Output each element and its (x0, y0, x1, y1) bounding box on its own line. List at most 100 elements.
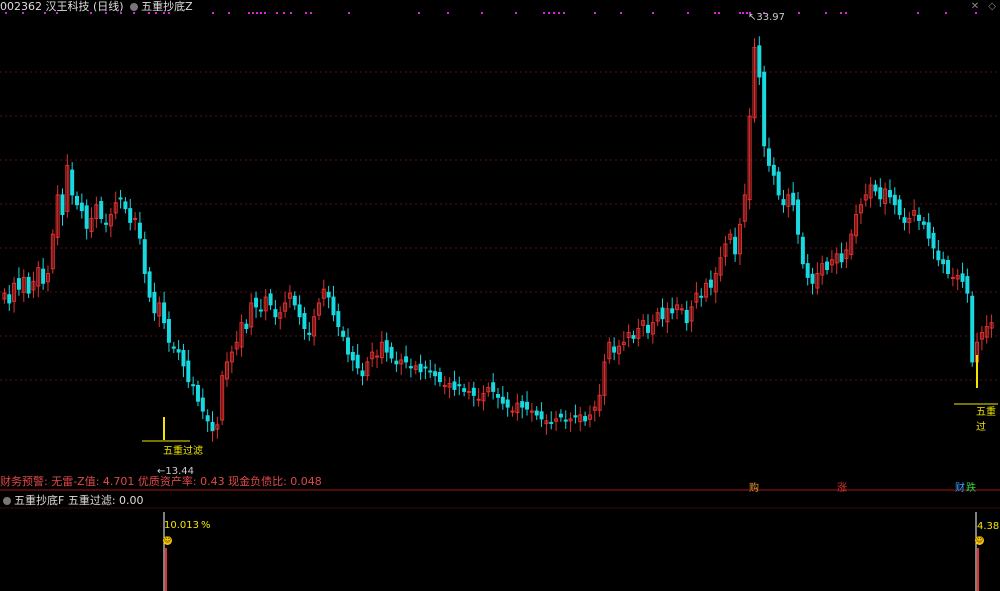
candle (50, 229, 55, 274)
lower-indicator-dot-icon[interactable] (3, 497, 11, 505)
signal-mark (739, 12, 741, 14)
candle-body (302, 313, 307, 330)
diamond-icon[interactable]: ◇ (988, 1, 996, 12)
candle (287, 285, 292, 308)
candle (728, 229, 733, 245)
candle (70, 162, 75, 205)
candle (457, 376, 462, 396)
candle (868, 176, 873, 208)
candle (244, 319, 249, 334)
candle-body (404, 356, 409, 363)
candle (133, 211, 138, 231)
candle-body (505, 399, 510, 408)
candle (41, 257, 46, 290)
candle (926, 213, 931, 247)
period-label[interactable]: (日线) (93, 0, 124, 13)
candle-body (878, 187, 883, 200)
candle (200, 388, 205, 420)
candle-body (563, 419, 568, 422)
candle-body (660, 307, 665, 320)
candle-body (147, 271, 152, 298)
candle (94, 196, 99, 229)
candle-body (205, 415, 210, 422)
lower-indicator-panel (163, 512, 979, 591)
candle-body (355, 354, 360, 369)
candle-body (805, 263, 810, 278)
candle (573, 404, 578, 424)
candle-body (75, 195, 80, 206)
candle (195, 380, 200, 407)
event-tag-rise[interactable]: 涨 (836, 483, 848, 494)
signal-label-first: 五重过滤 (163, 446, 203, 457)
candle-body (892, 194, 897, 206)
candle-body (423, 366, 428, 369)
candle (660, 298, 665, 327)
signal-mark (264, 12, 266, 14)
candle-body (771, 164, 776, 176)
signal-mark (515, 12, 517, 14)
candle-body (520, 401, 525, 408)
candle (558, 409, 563, 422)
candle-body (926, 222, 931, 239)
candle (205, 409, 210, 433)
candle (704, 278, 709, 302)
candle-body (950, 276, 955, 279)
chart-header: 002362 汉王科技 (日线) 五重抄底Z (0, 0, 193, 14)
candle (316, 298, 321, 321)
signal-mark (742, 12, 744, 14)
event-tag-fall[interactable]: 跌 (965, 483, 977, 494)
candle (800, 232, 805, 269)
candle-body (500, 396, 505, 404)
candle (370, 342, 375, 367)
stock-code[interactable]: 002362 (0, 0, 42, 13)
candle-body (191, 384, 196, 387)
candle-body (510, 410, 515, 413)
candle (162, 291, 167, 330)
candle (689, 300, 694, 333)
candle (534, 406, 539, 420)
candle (989, 314, 994, 338)
signal-mark (310, 12, 312, 14)
candle-body (476, 398, 481, 401)
candle-body (452, 381, 457, 390)
candle (462, 383, 467, 397)
candle (873, 180, 878, 196)
candle-body (916, 214, 921, 221)
candle-body (965, 276, 970, 294)
candle (583, 411, 588, 426)
candle (486, 382, 491, 397)
candle-body (583, 416, 588, 422)
candle (786, 188, 791, 218)
candle (21, 269, 26, 302)
lower-panel-title[interactable]: 五重抄底F (14, 494, 64, 507)
candle-body (331, 296, 336, 316)
candle (887, 179, 892, 204)
candle (863, 183, 868, 207)
candle (229, 345, 234, 374)
candle (931, 226, 936, 260)
candle-body (946, 260, 951, 274)
candle-body (781, 199, 786, 206)
candle (607, 337, 612, 364)
signal-mark (840, 12, 842, 14)
candle-body (200, 397, 205, 412)
candle (505, 391, 510, 417)
candle (55, 185, 60, 246)
candle-body (428, 370, 433, 373)
lower-panel-header: 五重抄底F 五重过滤: 0.00 (0, 494, 144, 508)
candle (796, 191, 801, 244)
candle-body (307, 332, 312, 335)
candle (500, 386, 505, 410)
candle (960, 262, 965, 288)
kline-chart[interactable] (0, 0, 1000, 591)
indicator-dot-icon[interactable] (130, 3, 139, 11)
stock-name[interactable]: 汉王科技 (46, 0, 90, 13)
candle-body (104, 222, 109, 225)
candle (820, 255, 825, 285)
candle (408, 358, 413, 378)
signal-mark (305, 12, 307, 14)
close-icon[interactable]: ✕ (971, 1, 979, 12)
indicator-name[interactable]: 五重抄底Z (141, 0, 193, 13)
candle (16, 267, 21, 296)
event-tag-buy[interactable]: 购 (748, 483, 760, 494)
